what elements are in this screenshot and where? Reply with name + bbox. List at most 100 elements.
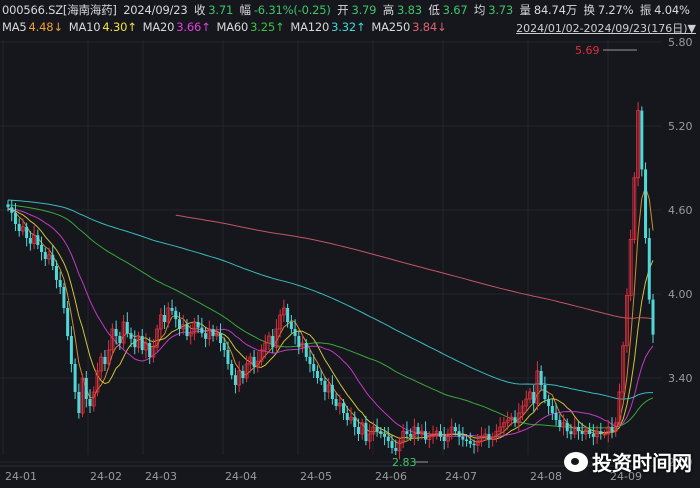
candle-body	[386, 436, 390, 441]
candle-body	[554, 413, 558, 420]
candle-body	[289, 322, 293, 329]
change-value: -6.31%(-0.25)	[253, 3, 331, 17]
vol-label: 量	[519, 3, 532, 17]
candle-body	[271, 336, 275, 348]
candle-body	[640, 110, 644, 170]
ma-value: 3.32↑	[331, 20, 366, 34]
candle-body	[163, 315, 167, 322]
candle-body	[140, 336, 144, 350]
ma-legend: MA5 4.48↓ MA10 4.30↑ MA20 3.66↑ MA60 3.25↑ MA120…	[2, 20, 452, 34]
candle-body	[252, 357, 256, 367]
candle-body	[129, 333, 133, 339]
x-tick-label: 24-06	[375, 470, 407, 483]
candlestick-chart[interactable]: 5.805.204.604.003.402.8024-01 24-02 24-03 2…	[0, 0, 700, 488]
candle-body	[25, 226, 29, 238]
candle-body	[319, 378, 323, 381]
candle-body	[118, 336, 122, 343]
y-tick-label: 3.40	[668, 372, 693, 385]
candle-body	[364, 422, 368, 441]
x-tick-label: 24-05	[300, 470, 332, 483]
candle-body	[472, 443, 476, 446]
candle-body	[394, 448, 398, 451]
ma-name: MA20	[142, 20, 175, 34]
candle-body	[345, 413, 349, 420]
y-tick-label: 5.80	[668, 36, 693, 49]
candle-body	[312, 364, 316, 371]
high-value: 3.83	[397, 3, 422, 17]
candle-body	[148, 343, 152, 357]
candle-body	[10, 207, 14, 213]
candle-body	[543, 385, 547, 399]
candle-body	[51, 254, 55, 266]
candle-body	[304, 343, 308, 357]
candle-body	[297, 336, 301, 348]
candle-body	[580, 431, 584, 434]
candle-body	[40, 245, 44, 252]
ma-name: MA120	[290, 20, 330, 34]
candle-body	[442, 436, 446, 441]
avg-label: 均	[473, 3, 486, 17]
candle-body	[103, 357, 107, 364]
ma-name: MA60	[216, 20, 249, 34]
candle-body	[468, 441, 472, 444]
dropdown-arrow-icon[interactable]: ▼	[688, 22, 696, 35]
candle-body	[383, 434, 387, 437]
candle-body	[69, 336, 73, 364]
open-label: 开	[337, 3, 349, 17]
date-range-selector[interactable]: 2024/01/02-2024/09/23(176日)▼	[516, 20, 696, 36]
candle-body	[375, 427, 379, 432]
candle-body	[532, 392, 536, 404]
candle-body	[286, 308, 290, 322]
ma-line-250	[175, 214, 654, 320]
x-tick-label: 24-04	[225, 470, 257, 483]
candle-body	[230, 364, 234, 376]
candle-body	[88, 399, 92, 406]
candle-body	[651, 299, 655, 335]
candle-body	[204, 333, 208, 339]
candle-body	[133, 338, 137, 348]
watermark: 投资时间网	[564, 447, 692, 476]
change-label: 幅	[239, 3, 252, 17]
candle-body	[17, 224, 21, 231]
ma-line-20	[7, 207, 654, 438]
candle-body	[424, 431, 428, 440]
candle-body	[219, 333, 223, 343]
weibo-logo-icon	[564, 451, 588, 472]
high-label: 高	[382, 3, 395, 17]
low-label: 低	[428, 3, 440, 17]
x-tick-label: 24-08	[530, 470, 562, 483]
candle-body	[323, 380, 327, 392]
candle-body	[54, 266, 58, 280]
candle-body	[405, 431, 409, 434]
date-range[interactable]: 2024/01/02-2024/09/23(176日)	[516, 22, 687, 35]
candle-body	[73, 364, 77, 392]
y-tick-label: 4.00	[668, 288, 693, 301]
avg-value: 3.73	[488, 3, 514, 17]
candle-body	[390, 441, 394, 448]
candle-body	[43, 252, 47, 259]
candle-body	[539, 371, 543, 385]
quote-header: 000566.SZ[海南海药] 2024/09/23 收 3.71 幅 -6.31%…	[2, 2, 693, 18]
candle-body	[170, 308, 174, 311]
candle-body	[84, 378, 88, 399]
candle-body	[599, 431, 603, 434]
candle-body	[293, 329, 297, 336]
candle-body	[610, 427, 614, 432]
candle-body	[226, 350, 230, 364]
candle-body	[114, 329, 118, 336]
candle-body	[353, 417, 357, 427]
candle-body	[13, 212, 17, 224]
candle-body	[356, 427, 360, 434]
candle-body	[211, 329, 215, 336]
x-tick-label: 24-02	[90, 470, 122, 483]
ma-line-60	[7, 204, 654, 429]
candle-body	[330, 385, 334, 399]
ma-value: 3.66↑	[176, 20, 211, 34]
min-price-label: 2.83	[392, 456, 417, 469]
candle-body	[342, 403, 346, 413]
candle-body	[416, 427, 420, 434]
ma-name: MA5	[2, 20, 27, 34]
candle-body	[487, 434, 491, 440]
candle-body	[644, 169, 648, 238]
candle-body	[647, 238, 651, 300]
